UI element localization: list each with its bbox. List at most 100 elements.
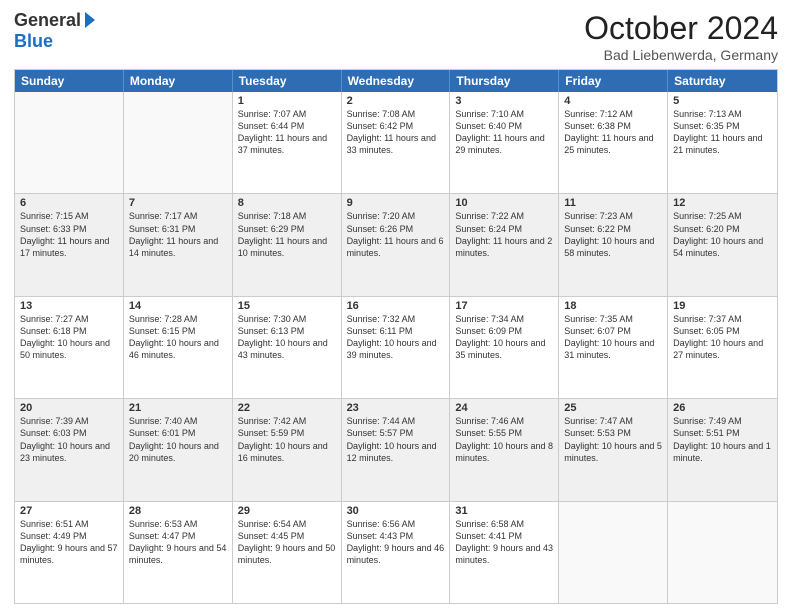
month-title: October 2024 <box>584 10 778 47</box>
calendar-cell: 22Sunrise: 7:42 AM Sunset: 5:59 PM Dayli… <box>233 399 342 500</box>
page-container: General Blue October 2024 Bad Liebenwerd… <box>0 0 792 612</box>
calendar-week-5: 27Sunrise: 6:51 AM Sunset: 4:49 PM Dayli… <box>15 502 777 603</box>
calendar: SundayMondayTuesdayWednesdayThursdayFrid… <box>14 69 778 604</box>
day-number: 27 <box>20 505 118 517</box>
day-number: 12 <box>673 197 772 209</box>
calendar-cell: 18Sunrise: 7:35 AM Sunset: 6:07 PM Dayli… <box>559 297 668 398</box>
calendar-cell: 11Sunrise: 7:23 AM Sunset: 6:22 PM Dayli… <box>559 194 668 295</box>
cell-info: Sunrise: 7:44 AM Sunset: 5:57 PM Dayligh… <box>347 415 445 464</box>
calendar-cell <box>668 502 777 603</box>
logo: General Blue <box>14 10 95 52</box>
calendar-cell: 16Sunrise: 7:32 AM Sunset: 6:11 PM Dayli… <box>342 297 451 398</box>
cell-info: Sunrise: 6:54 AM Sunset: 4:45 PM Dayligh… <box>238 518 336 567</box>
calendar-cell: 24Sunrise: 7:46 AM Sunset: 5:55 PM Dayli… <box>450 399 559 500</box>
calendar-cell: 3Sunrise: 7:10 AM Sunset: 6:40 PM Daylig… <box>450 92 559 193</box>
day-number: 11 <box>564 197 662 209</box>
cell-info: Sunrise: 7:15 AM Sunset: 6:33 PM Dayligh… <box>20 210 118 259</box>
day-number: 13 <box>20 300 118 312</box>
logo-arrow-icon <box>85 12 95 28</box>
cell-info: Sunrise: 6:51 AM Sunset: 4:49 PM Dayligh… <box>20 518 118 567</box>
day-number: 19 <box>673 300 772 312</box>
page-header: General Blue October 2024 Bad Liebenwerd… <box>14 10 778 63</box>
calendar-cell: 2Sunrise: 7:08 AM Sunset: 6:42 PM Daylig… <box>342 92 451 193</box>
calendar-week-1: 1Sunrise: 7:07 AM Sunset: 6:44 PM Daylig… <box>15 92 777 194</box>
cell-info: Sunrise: 7:12 AM Sunset: 6:38 PM Dayligh… <box>564 108 662 157</box>
calendar-week-2: 6Sunrise: 7:15 AM Sunset: 6:33 PM Daylig… <box>15 194 777 296</box>
calendar-cell: 21Sunrise: 7:40 AM Sunset: 6:01 PM Dayli… <box>124 399 233 500</box>
cell-info: Sunrise: 7:30 AM Sunset: 6:13 PM Dayligh… <box>238 313 336 362</box>
day-number: 26 <box>673 402 772 414</box>
cell-info: Sunrise: 7:10 AM Sunset: 6:40 PM Dayligh… <box>455 108 553 157</box>
header-day-tuesday: Tuesday <box>233 70 342 92</box>
cell-info: Sunrise: 7:13 AM Sunset: 6:35 PM Dayligh… <box>673 108 772 157</box>
calendar-cell: 9Sunrise: 7:20 AM Sunset: 6:26 PM Daylig… <box>342 194 451 295</box>
calendar-cell: 6Sunrise: 7:15 AM Sunset: 6:33 PM Daylig… <box>15 194 124 295</box>
day-number: 17 <box>455 300 553 312</box>
calendar-cell: 29Sunrise: 6:54 AM Sunset: 4:45 PM Dayli… <box>233 502 342 603</box>
day-number: 24 <box>455 402 553 414</box>
header-day-wednesday: Wednesday <box>342 70 451 92</box>
header-day-friday: Friday <box>559 70 668 92</box>
cell-info: Sunrise: 7:17 AM Sunset: 6:31 PM Dayligh… <box>129 210 227 259</box>
calendar-cell: 8Sunrise: 7:18 AM Sunset: 6:29 PM Daylig… <box>233 194 342 295</box>
calendar-cell <box>15 92 124 193</box>
calendar-cell <box>559 502 668 603</box>
calendar-week-4: 20Sunrise: 7:39 AM Sunset: 6:03 PM Dayli… <box>15 399 777 501</box>
cell-info: Sunrise: 7:46 AM Sunset: 5:55 PM Dayligh… <box>455 415 553 464</box>
calendar-cell: 4Sunrise: 7:12 AM Sunset: 6:38 PM Daylig… <box>559 92 668 193</box>
cell-info: Sunrise: 7:37 AM Sunset: 6:05 PM Dayligh… <box>673 313 772 362</box>
cell-info: Sunrise: 7:40 AM Sunset: 6:01 PM Dayligh… <box>129 415 227 464</box>
header-day-monday: Monday <box>124 70 233 92</box>
day-number: 20 <box>20 402 118 414</box>
day-number: 31 <box>455 505 553 517</box>
cell-info: Sunrise: 7:35 AM Sunset: 6:07 PM Dayligh… <box>564 313 662 362</box>
calendar-cell: 20Sunrise: 7:39 AM Sunset: 6:03 PM Dayli… <box>15 399 124 500</box>
cell-info: Sunrise: 7:18 AM Sunset: 6:29 PM Dayligh… <box>238 210 336 259</box>
cell-info: Sunrise: 7:42 AM Sunset: 5:59 PM Dayligh… <box>238 415 336 464</box>
day-number: 10 <box>455 197 553 209</box>
day-number: 28 <box>129 505 227 517</box>
day-number: 29 <box>238 505 336 517</box>
calendar-cell: 1Sunrise: 7:07 AM Sunset: 6:44 PM Daylig… <box>233 92 342 193</box>
calendar-cell: 13Sunrise: 7:27 AM Sunset: 6:18 PM Dayli… <box>15 297 124 398</box>
calendar-cell: 15Sunrise: 7:30 AM Sunset: 6:13 PM Dayli… <box>233 297 342 398</box>
calendar-cell: 5Sunrise: 7:13 AM Sunset: 6:35 PM Daylig… <box>668 92 777 193</box>
calendar-header: SundayMondayTuesdayWednesdayThursdayFrid… <box>15 70 777 92</box>
calendar-cell: 25Sunrise: 7:47 AM Sunset: 5:53 PM Dayli… <box>559 399 668 500</box>
calendar-cell: 26Sunrise: 7:49 AM Sunset: 5:51 PM Dayli… <box>668 399 777 500</box>
cell-info: Sunrise: 7:39 AM Sunset: 6:03 PM Dayligh… <box>20 415 118 464</box>
cell-info: Sunrise: 7:23 AM Sunset: 6:22 PM Dayligh… <box>564 210 662 259</box>
calendar-cell: 7Sunrise: 7:17 AM Sunset: 6:31 PM Daylig… <box>124 194 233 295</box>
cell-info: Sunrise: 7:32 AM Sunset: 6:11 PM Dayligh… <box>347 313 445 362</box>
cell-info: Sunrise: 7:49 AM Sunset: 5:51 PM Dayligh… <box>673 415 772 464</box>
location: Bad Liebenwerda, Germany <box>584 47 778 63</box>
cell-info: Sunrise: 7:28 AM Sunset: 6:15 PM Dayligh… <box>129 313 227 362</box>
cell-info: Sunrise: 7:07 AM Sunset: 6:44 PM Dayligh… <box>238 108 336 157</box>
header-day-thursday: Thursday <box>450 70 559 92</box>
header-day-saturday: Saturday <box>668 70 777 92</box>
day-number: 5 <box>673 95 772 107</box>
day-number: 23 <box>347 402 445 414</box>
cell-info: Sunrise: 7:27 AM Sunset: 6:18 PM Dayligh… <box>20 313 118 362</box>
day-number: 1 <box>238 95 336 107</box>
calendar-cell: 30Sunrise: 6:56 AM Sunset: 4:43 PM Dayli… <box>342 502 451 603</box>
cell-info: Sunrise: 7:34 AM Sunset: 6:09 PM Dayligh… <box>455 313 553 362</box>
day-number: 2 <box>347 95 445 107</box>
logo-general: General <box>14 10 81 31</box>
title-area: October 2024 Bad Liebenwerda, Germany <box>584 10 778 63</box>
day-number: 15 <box>238 300 336 312</box>
cell-info: Sunrise: 6:53 AM Sunset: 4:47 PM Dayligh… <box>129 518 227 567</box>
calendar-cell: 19Sunrise: 7:37 AM Sunset: 6:05 PM Dayli… <box>668 297 777 398</box>
calendar-cell: 14Sunrise: 7:28 AM Sunset: 6:15 PM Dayli… <box>124 297 233 398</box>
cell-info: Sunrise: 7:08 AM Sunset: 6:42 PM Dayligh… <box>347 108 445 157</box>
day-number: 9 <box>347 197 445 209</box>
day-number: 4 <box>564 95 662 107</box>
calendar-cell <box>124 92 233 193</box>
calendar-cell: 31Sunrise: 6:58 AM Sunset: 4:41 PM Dayli… <box>450 502 559 603</box>
cell-info: Sunrise: 7:20 AM Sunset: 6:26 PM Dayligh… <box>347 210 445 259</box>
day-number: 25 <box>564 402 662 414</box>
calendar-cell: 12Sunrise: 7:25 AM Sunset: 6:20 PM Dayli… <box>668 194 777 295</box>
day-number: 18 <box>564 300 662 312</box>
cell-info: Sunrise: 7:25 AM Sunset: 6:20 PM Dayligh… <box>673 210 772 259</box>
cell-info: Sunrise: 6:58 AM Sunset: 4:41 PM Dayligh… <box>455 518 553 567</box>
